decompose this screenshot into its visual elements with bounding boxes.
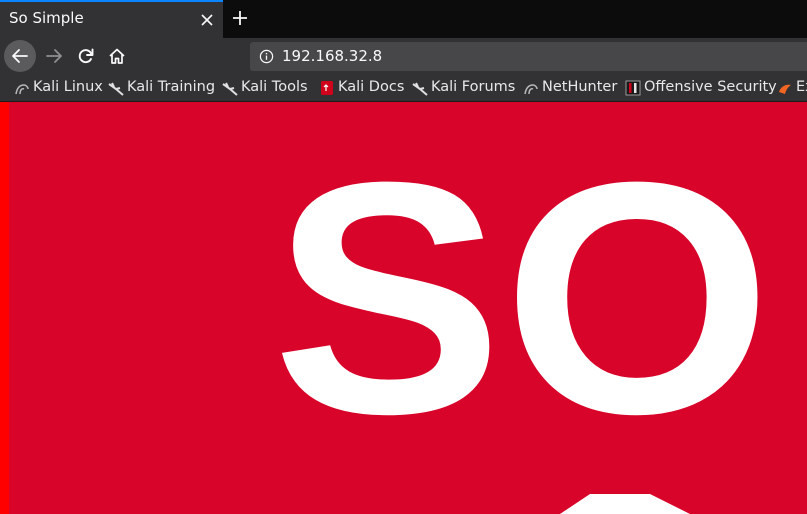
new-tab-icon[interactable] <box>230 8 250 28</box>
reload-button[interactable] <box>70 40 102 72</box>
logo-text: SO <box>272 113 772 482</box>
offsec-icon <box>625 80 641 96</box>
home-icon <box>109 48 125 64</box>
kali-dragon-icon <box>222 82 238 96</box>
arrow-right-icon <box>46 49 62 63</box>
kali-dragon-icon <box>412 82 428 96</box>
kali-docs-icon <box>321 81 333 95</box>
tab-so-simple[interactable]: So Simple <box>0 0 223 38</box>
kali-dragon-icon <box>15 84 29 95</box>
bookmark-label: Ex <box>796 79 807 95</box>
bookmarks-toolbar: Kali Linux Kali Training Kali Tools Kali… <box>0 75 807 102</box>
navigation-toolbar: 192.168.32.8 <box>0 38 807 75</box>
bookmark-label: Kali Training <box>127 79 216 95</box>
tab-strip: So Simple <box>0 0 807 38</box>
exploit-db-icon <box>779 84 791 94</box>
bookmark-label: Offensive Security <box>644 79 777 95</box>
url-text[interactable]: 192.168.32.8 <box>282 47 382 65</box>
so-simple-logo: SO <box>272 113 772 514</box>
bookmark-label: Kali Tools <box>241 79 308 95</box>
page-content: SO <box>0 102 807 514</box>
forward-button[interactable] <box>38 40 70 72</box>
kali-dragon-icon <box>524 84 538 95</box>
reload-icon <box>78 48 94 64</box>
bookmark-label: Kali Docs <box>338 79 405 95</box>
arrow-left-icon <box>12 49 28 63</box>
home-button[interactable] <box>101 40 133 72</box>
tab-title: So Simple <box>9 9 84 27</box>
bookmark-label: NetHunter <box>542 79 618 95</box>
browser-window: So Simple 192.168.32.8 Kali Linux Kali T… <box>0 0 807 514</box>
bookmark-label: Kali Forums <box>431 79 516 95</box>
close-icon[interactable] <box>199 12 215 28</box>
back-button[interactable] <box>4 40 36 72</box>
info-icon[interactable] <box>259 49 274 64</box>
kali-dragon-icon <box>108 82 124 96</box>
bookmark-label: Kali Linux <box>33 79 103 95</box>
logo-next-letter-fragment <box>560 494 690 514</box>
url-bar[interactable]: 192.168.32.8 <box>250 42 807 71</box>
